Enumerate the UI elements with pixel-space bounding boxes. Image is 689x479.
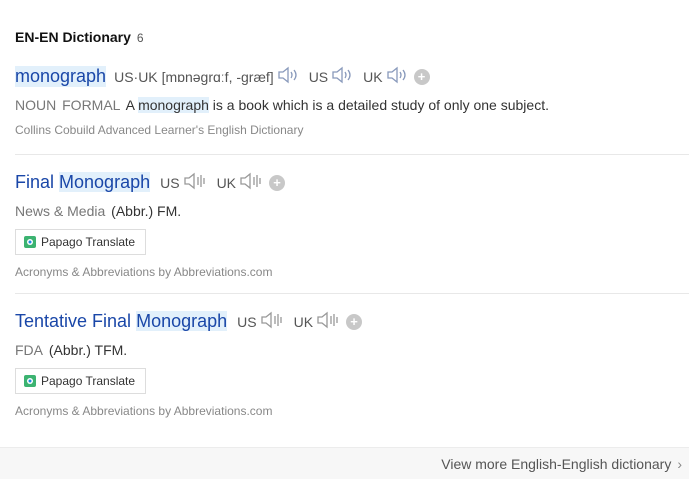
- audio-uk-label: UK: [293, 313, 314, 330]
- audio-uk-label: UK: [216, 174, 237, 191]
- entry-monograph: monograph US·UK [mɒnəgrɑːf, -græf] US UK…: [15, 66, 689, 137]
- speaker-off-icon[interactable]: [239, 172, 263, 193]
- divider: [15, 293, 689, 294]
- pron-ipa: [mɒnəgrɑːf, -græf]: [161, 68, 274, 85]
- audio-uk-label: UK: [363, 68, 383, 85]
- definition: News & Media (Abbr.) FM.: [15, 203, 689, 219]
- result-count: 6: [136, 31, 144, 45]
- papago-label: Papago Translate: [41, 235, 136, 249]
- def-text: is a book which is a detailed study of o…: [212, 97, 549, 113]
- headword-part: Tentative Final: [15, 311, 132, 331]
- view-more-link[interactable]: View more English-English dictionary ›: [441, 456, 682, 472]
- audio-us-label: US: [160, 174, 180, 191]
- audio-uk[interactable]: UK: [217, 172, 263, 193]
- papago-label: Papago Translate: [41, 374, 136, 388]
- speaker-icon[interactable]: [277, 66, 299, 87]
- papago-translate-button[interactable]: Papago Translate: [15, 368, 147, 394]
- add-wordbook-icon[interactable]: +: [269, 174, 286, 191]
- speaker-icon[interactable]: [331, 66, 353, 87]
- headword-link[interactable]: monograph: [15, 66, 107, 87]
- entry-tentative-final-monograph: Tentative Final Monograph US UK + FDA (A…: [15, 311, 689, 418]
- chevron-right-icon: ›: [677, 456, 682, 472]
- headword-part: Final: [15, 172, 55, 192]
- audio-uk[interactable]: UK: [363, 66, 407, 87]
- category-label: FDA: [15, 342, 43, 358]
- add-wordbook-icon[interactable]: +: [346, 313, 363, 330]
- headword-highlight: Monograph: [136, 311, 228, 331]
- source-link[interactable]: Acronyms & Abbreviations by Abbreviation…: [15, 404, 689, 418]
- def-highlight: monograph: [138, 97, 209, 113]
- add-wordbook-icon[interactable]: +: [413, 68, 430, 85]
- audio-uk[interactable]: UK: [294, 311, 340, 332]
- audio-us-label: US: [308, 68, 329, 85]
- audio-us[interactable]: US: [309, 66, 353, 87]
- headword-highlight: Monograph: [59, 172, 151, 192]
- pron-label: US·UK: [114, 68, 158, 85]
- papago-translate-button[interactable]: Papago Translate: [15, 229, 147, 255]
- definition: NOUN FORMAL A monograph is a book which …: [15, 97, 689, 113]
- section-title: EN-EN Dictionary 6: [15, 29, 144, 45]
- audio-us-label: US: [237, 313, 257, 330]
- headword-link[interactable]: Tentative Final Monograph: [15, 311, 228, 332]
- register-label: FORMAL: [62, 97, 121, 113]
- speaker-icon[interactable]: [386, 66, 408, 87]
- speaker-off-icon[interactable]: [183, 172, 207, 193]
- entry-final-monograph: Final Monograph US UK + News & Media (Ab…: [15, 172, 689, 279]
- audio-us[interactable]: US: [160, 172, 206, 193]
- headword-link[interactable]: Final Monograph: [15, 172, 151, 193]
- speaker-off-icon[interactable]: [316, 311, 340, 332]
- def-text: (Abbr.) FM.: [111, 203, 182, 219]
- footer-bar: View more English-English dictionary ›: [0, 447, 689, 479]
- pos-label: NOUN: [15, 97, 57, 113]
- divider: [15, 154, 689, 155]
- audio-us[interactable]: US: [237, 311, 283, 332]
- speaker-off-icon[interactable]: [260, 311, 284, 332]
- category-label: News & Media: [15, 203, 106, 219]
- def-pre: A: [125, 97, 135, 113]
- papago-icon: [24, 375, 36, 387]
- def-text: (Abbr.) TFM.: [48, 342, 128, 358]
- papago-icon: [24, 236, 36, 248]
- view-more-label: View more English-English dictionary: [441, 456, 672, 472]
- source-link[interactable]: Collins Cobuild Advanced Learner's Engli…: [15, 123, 689, 137]
- pronunciation: US·UK [mɒnəgrɑːf, -græf]: [114, 66, 299, 87]
- section-title-text: EN-EN Dictionary: [15, 29, 131, 45]
- definition: FDA (Abbr.) TFM.: [15, 342, 689, 358]
- source-link[interactable]: Acronyms & Abbreviations by Abbreviation…: [15, 265, 689, 279]
